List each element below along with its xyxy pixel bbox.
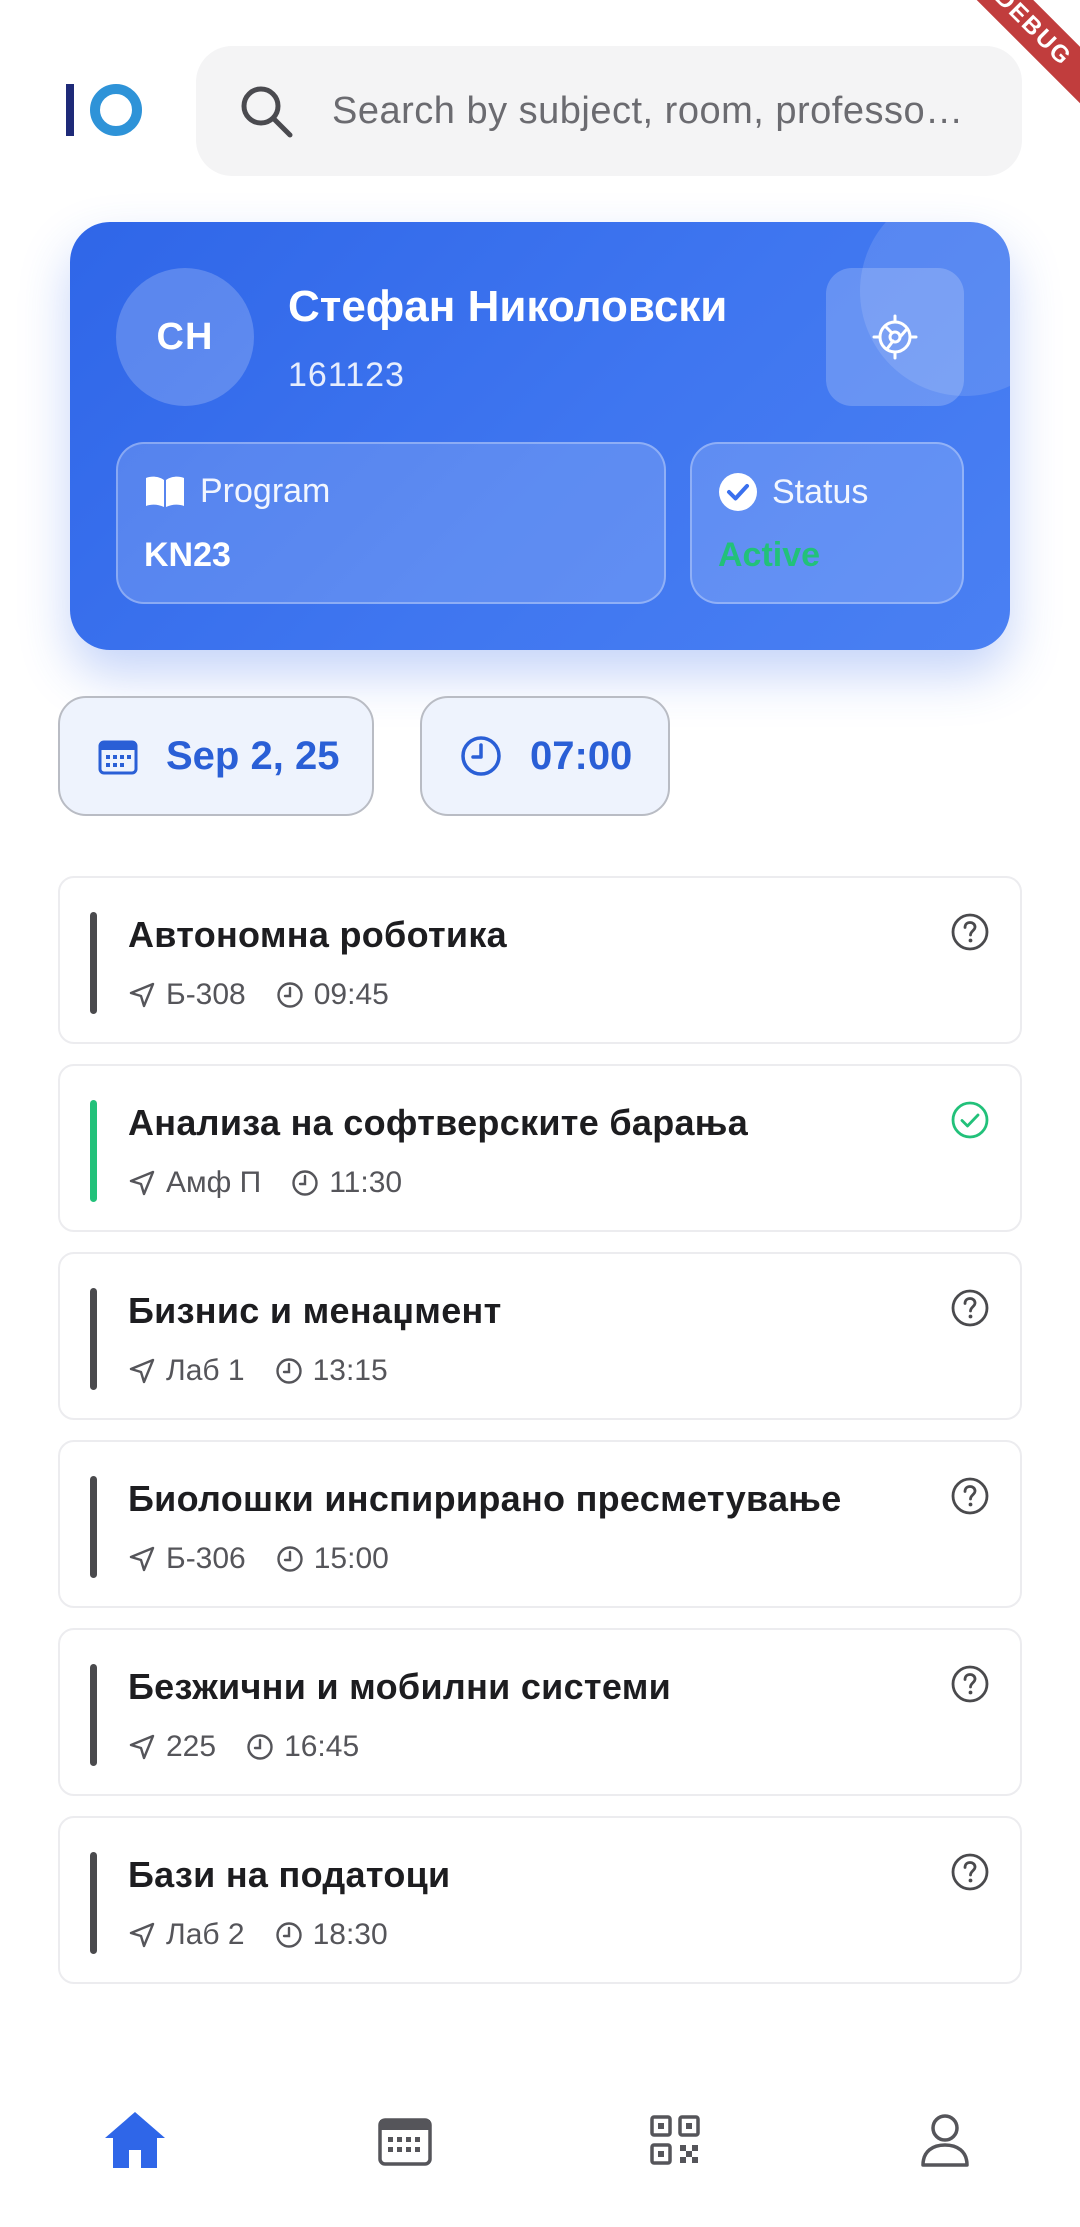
question-circle-icon[interactable]	[950, 1852, 990, 1892]
course-status-bar	[90, 912, 97, 1014]
check-circle-icon[interactable]	[950, 1100, 990, 1140]
course-card[interactable]: Бази на податоци Лаб 2 18:30	[58, 1816, 1022, 1984]
calendar-icon	[98, 740, 138, 775]
course-list: Автономна роботика Б-308 09:45 Анализа на с…	[58, 876, 1022, 2004]
course-meta: Б-306 15:00	[128, 1542, 389, 1576]
course-time: 15:00	[313, 1542, 389, 1575]
course-room: Лаб 1	[166, 1354, 245, 1387]
course-card[interactable]: Безжични и мобилни системи 225 16:45	[58, 1628, 1022, 1796]
settings-button[interactable]	[826, 268, 964, 406]
course-time: 09:45	[313, 978, 389, 1011]
location-arrow-icon	[128, 1921, 156, 1949]
search-bar[interactable]: Search by subject, room, professo…	[196, 46, 1022, 176]
location-arrow-icon	[128, 1169, 156, 1197]
student-id: 161123	[288, 356, 405, 394]
clock-icon	[276, 981, 304, 1009]
course-meta: Б-308 09:45	[128, 978, 389, 1012]
program-box: Program KN23	[116, 442, 666, 604]
clock-icon	[275, 1921, 303, 1949]
course-status-bar	[90, 1664, 97, 1766]
course-meta: Лаб 1 13:15	[128, 1354, 388, 1388]
course-card[interactable]: Биолошки инспирирано пресметување Б-306 15…	[58, 1440, 1022, 1608]
question-circle-icon[interactable]	[950, 912, 990, 952]
nav-qr-scanner[interactable]	[615, 2080, 735, 2200]
location-arrow-icon	[128, 981, 156, 1009]
course-room: Амф П	[166, 1166, 262, 1199]
search-input[interactable]: Search by subject, room, professo…	[332, 90, 964, 133]
time-picker-button[interactable]: 07:00	[420, 696, 670, 816]
course-meta: 225 16:45	[128, 1730, 359, 1764]
status-badge: Active	[718, 536, 821, 574]
course-title: Бази на податоци	[128, 1854, 451, 1895]
course-card[interactable]: Бизнис и менаџмент Лаб 1 13:15	[58, 1252, 1022, 1420]
course-status-bar	[90, 1100, 97, 1202]
program-label: Program	[200, 472, 331, 510]
clock-icon	[275, 1357, 303, 1385]
course-room: Б-308	[166, 978, 246, 1011]
location-arrow-icon	[128, 1545, 156, 1573]
course-card[interactable]: Анализа на софтверските барања Амф П 11:30	[58, 1064, 1022, 1232]
person-icon	[921, 2114, 969, 2167]
nav-home[interactable]	[75, 2080, 195, 2200]
location-arrow-icon	[128, 1357, 156, 1385]
question-circle-icon[interactable]	[950, 1664, 990, 1704]
course-time: 11:30	[329, 1166, 403, 1199]
nav-profile[interactable]	[885, 2080, 1005, 2200]
course-card[interactable]: Автономна роботика Б-308 09:45	[58, 876, 1022, 1044]
search-icon	[241, 86, 293, 138]
clock-icon	[246, 1733, 274, 1761]
bottom-navigation	[0, 2070, 1080, 2210]
book-icon	[146, 476, 184, 507]
profile-card: СН Стефан Николовски 161123 Program KN23…	[70, 222, 1010, 650]
clock-icon	[276, 1545, 304, 1573]
calendar-icon	[378, 2118, 432, 2166]
check-circle-icon	[719, 473, 757, 511]
course-title: Бизнис и менаџмент	[128, 1290, 502, 1331]
course-status-bar	[90, 1852, 97, 1954]
program-value: KN23	[144, 536, 231, 574]
course-room: Б-306	[166, 1542, 246, 1575]
question-circle-icon[interactable]	[950, 1288, 990, 1328]
avatar: СН	[116, 268, 254, 406]
location-arrow-icon	[128, 1733, 156, 1761]
course-title: Анализа на софтверските барања	[128, 1102, 749, 1143]
course-time: 16:45	[284, 1730, 360, 1763]
clock-icon	[461, 736, 501, 776]
course-status-bar	[90, 1476, 97, 1578]
student-name: Стефан Николовски	[288, 282, 728, 331]
clock-icon	[291, 1169, 319, 1197]
status-box: Status Active	[690, 442, 964, 604]
qr-code-icon	[650, 2115, 700, 2165]
nav-calendar[interactable]	[345, 2080, 465, 2200]
course-time: 18:30	[312, 1918, 388, 1951]
course-room: Лаб 2	[166, 1918, 245, 1951]
course-room: 225	[166, 1730, 217, 1763]
date-value: Sep 2, 25	[166, 733, 340, 778]
date-picker-button[interactable]: Sep 2, 25	[58, 696, 374, 816]
course-title: Биолошки инспирирано пресметување	[128, 1478, 842, 1519]
question-circle-icon[interactable]	[950, 1476, 990, 1516]
status-label: Status	[772, 472, 869, 511]
app-logo	[66, 84, 142, 136]
course-title: Безжични и мобилни системи	[128, 1666, 672, 1707]
home-icon	[105, 2112, 165, 2168]
course-meta: Амф П 11:30	[128, 1166, 402, 1200]
course-time: 13:15	[312, 1354, 388, 1387]
gear-icon	[872, 314, 918, 360]
course-title: Автономна роботика	[128, 914, 507, 955]
course-meta: Лаб 2 18:30	[128, 1918, 388, 1952]
time-value: 07:00	[530, 733, 633, 778]
course-status-bar	[90, 1288, 97, 1390]
app-screen: Search by subject, room, professo… СН Ст…	[0, 0, 1080, 2227]
